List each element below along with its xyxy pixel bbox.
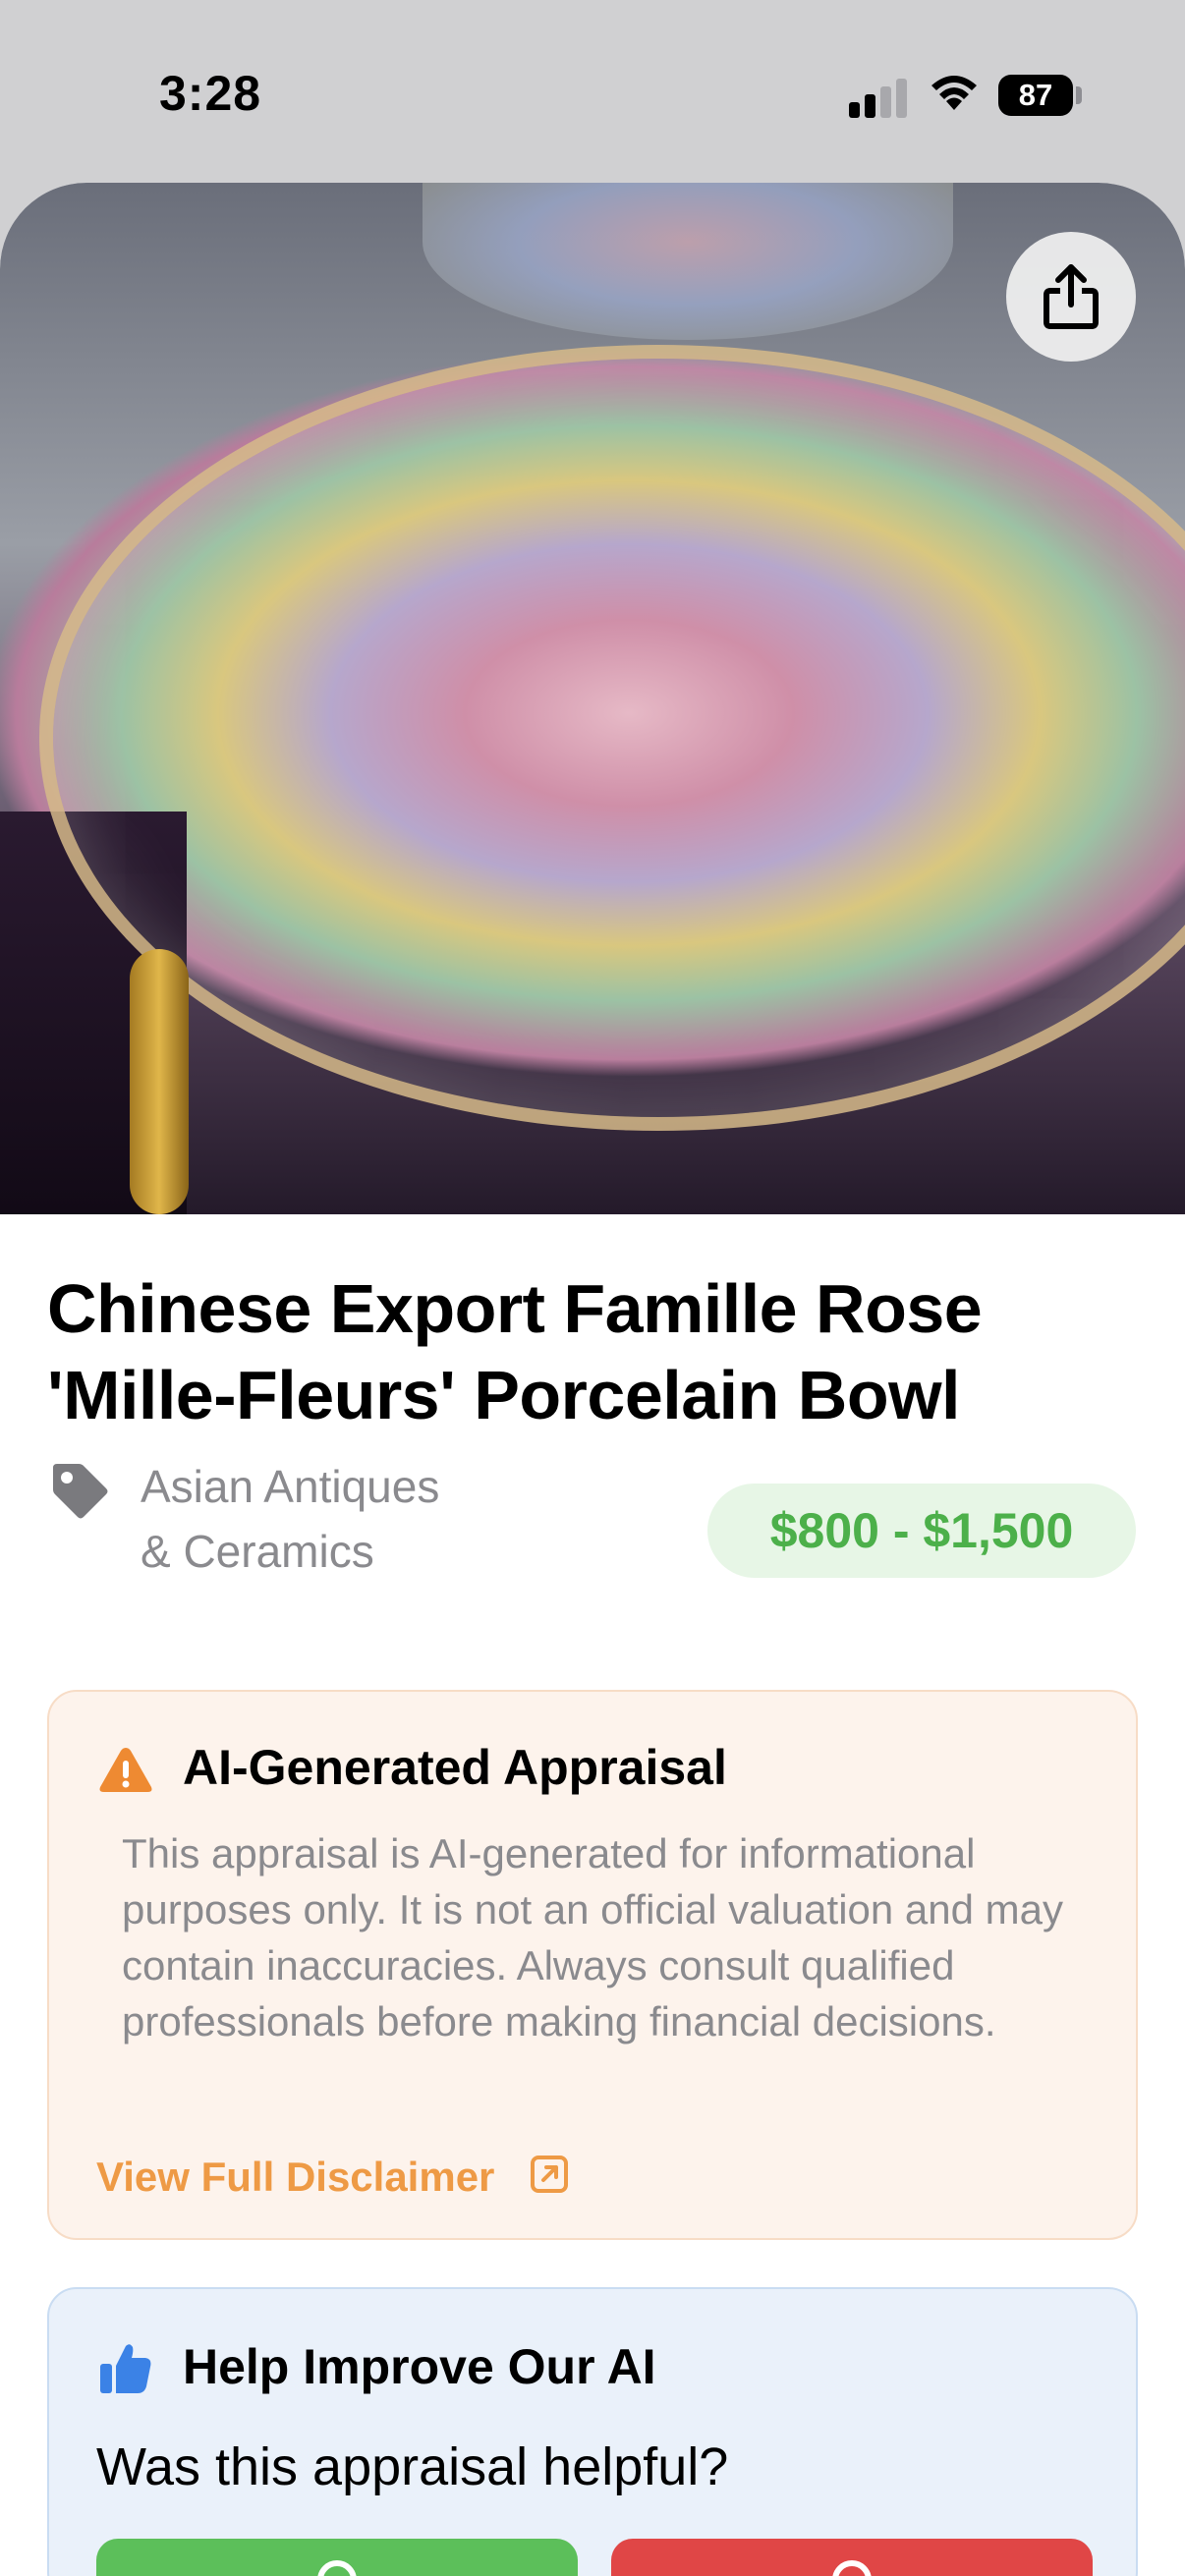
background-bowl	[423, 183, 953, 340]
ai-disclaimer-card: AI-Generated Appraisal This appraisal is…	[47, 1690, 1138, 2240]
disclaimer-body: This appraisal is AI-generated for infor…	[122, 1830, 1064, 2044]
view-full-disclaimer-link[interactable]: View Full Disclaimer	[96, 2154, 494, 2201]
disclaimer-heading: AI-Generated Appraisal	[183, 1740, 727, 1795]
price-range-badge: $800 - $1,500	[707, 1484, 1136, 1578]
category-line-2: & Ceramics	[141, 1526, 374, 1577]
item-category: Asian Antiques & Ceramics	[141, 1454, 553, 1584]
battery-icon: 87	[998, 75, 1073, 116]
gold-stand	[130, 949, 189, 1214]
tag-icon	[53, 1464, 108, 1519]
share-icon	[1044, 264, 1099, 329]
signal-icon	[849, 77, 908, 118]
detail-sheet[interactable]: Chinese Export Famille Rose 'Mille-Fleur…	[0, 183, 1185, 2576]
bowl-rim	[39, 345, 1185, 1131]
status-bar: 3:28 87	[0, 0, 1185, 187]
feedback-card: Help Improve Our AI Was this appraisal h…	[47, 2287, 1138, 2576]
feedback-heading: Help Improve Our AI	[183, 2339, 656, 2394]
warning-icon	[99, 1748, 152, 1792]
wifi-icon	[931, 76, 977, 110]
status-time: 3:28	[159, 66, 262, 121]
helpful-yes-button[interactable]	[96, 2539, 578, 2576]
no-icon	[832, 2560, 872, 2576]
item-photo	[0, 183, 1185, 1214]
helpful-no-button[interactable]	[611, 2539, 1093, 2576]
feedback-question: Was this appraisal helpful?	[96, 2437, 729, 2496]
category-line-1: Asian Antiques	[141, 1461, 440, 1512]
yes-icon	[317, 2560, 357, 2576]
thumbs-up-icon	[100, 2344, 151, 2393]
share-button[interactable]	[1006, 232, 1136, 362]
item-title: Chinese Export Famille Rose 'Mille-Fleur…	[47, 1270, 983, 1433]
external-link-icon[interactable]	[529, 2154, 570, 2195]
battery-nub	[1076, 86, 1082, 104]
